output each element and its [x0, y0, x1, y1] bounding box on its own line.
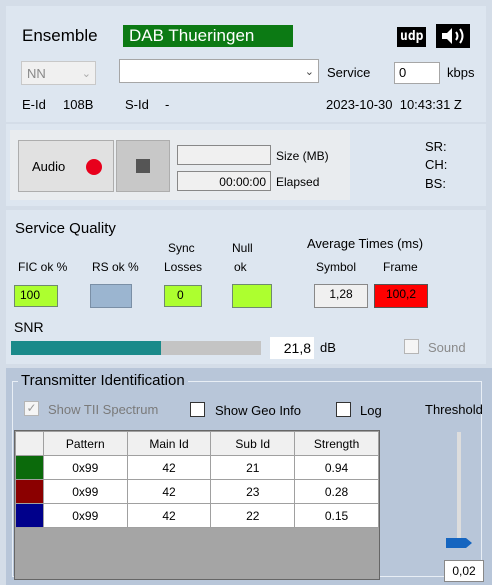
elapsed-label: Elapsed — [276, 175, 320, 189]
sub-id-cell: 21 — [210, 455, 296, 480]
sync-label-line1: Sync — [168, 241, 195, 255]
chevron-down-icon: ⌄ — [81, 68, 91, 80]
kbps-label: kbps — [447, 65, 475, 80]
threshold-slider-thumb[interactable] — [444, 536, 474, 550]
sub-id-cell: 22 — [210, 503, 296, 528]
audio-record-button[interactable]: Audio — [18, 140, 114, 192]
main-id-cell: 42 — [126, 479, 212, 504]
ch-label: CH: — [425, 157, 448, 172]
bs-label: BS: — [425, 176, 446, 191]
sub-id-cell: 23 — [210, 479, 296, 504]
pattern-cell: 0x99 — [42, 503, 128, 528]
fic-value: 100 — [14, 285, 58, 307]
snr-bar — [11, 341, 261, 355]
strength-cell: 0.15 — [294, 503, 379, 528]
snr-value: 21,8 — [270, 337, 314, 359]
sid-value: - — [165, 97, 170, 112]
symbol-label: Symbol — [316, 260, 357, 274]
show-spectrum-checkbox[interactable]: ✓ — [24, 401, 39, 416]
tii-table: Pattern Main Id Sub Id Strength 0x99 42 … — [15, 431, 379, 528]
pattern-cell: 0x99 — [42, 455, 128, 480]
show-geo-checkbox[interactable] — [190, 402, 205, 417]
eid-value: 108B — [63, 97, 94, 112]
rs-label: RS ok % — [92, 260, 139, 274]
log-checkbox[interactable] — [336, 402, 351, 417]
udp-icon[interactable]: udp — [397, 27, 427, 47]
fic-label: FIC ok % — [18, 260, 68, 274]
strength-cell: 0.94 — [294, 455, 379, 480]
pattern-cell: 0x99 — [42, 479, 128, 504]
kbps-field: 0 — [394, 62, 440, 84]
symbol-value: 1,28 — [314, 284, 368, 308]
snr-label: SNR — [14, 319, 44, 335]
elapsed-field: 00:00:00 — [177, 171, 271, 191]
average-times-title: Average Times (ms) — [307, 236, 424, 251]
null-label-line1: Null — [232, 241, 253, 255]
size-label: Size (MB) — [276, 149, 329, 163]
ensemble-label: Ensemble — [22, 26, 98, 45]
ensemble-name: DAB Thueringen — [123, 25, 293, 47]
size-field — [177, 145, 271, 165]
threshold-label: Threshold — [425, 402, 483, 417]
threshold-value[interactable]: 0,02 — [444, 560, 484, 582]
stop-button[interactable] — [116, 140, 170, 192]
datetime: 2023-10-30 10:43:31 Z — [326, 97, 462, 112]
row-header-corner — [15, 431, 44, 456]
sync-losses-value: 0 — [164, 285, 202, 307]
frame-value: 100,2 — [374, 284, 428, 308]
sid-label: S-Id — [125, 97, 149, 112]
tii-table-header: Pattern Main Id Sub Id Strength — [15, 431, 379, 456]
column-header-strength[interactable]: Strength — [294, 431, 379, 456]
table-row[interactable]: 0x99 42 22 0.15 — [15, 503, 379, 528]
null-label-line2: ok — [234, 260, 247, 274]
column-header-sub-id[interactable]: Sub Id — [210, 431, 296, 456]
nn-value: NN — [27, 66, 46, 81]
strength-cell: 0.28 — [294, 479, 379, 504]
stop-icon — [136, 159, 150, 173]
main-id-cell: 42 — [126, 503, 212, 528]
rs-value — [90, 284, 132, 308]
record-icon — [86, 159, 102, 175]
show-geo-label: Show Geo Info — [215, 403, 301, 418]
table-row[interactable]: 0x99 42 21 0.94 — [15, 455, 379, 480]
service-quality-title: Service Quality — [15, 220, 116, 237]
sr-label: SR: — [425, 139, 447, 154]
threshold-slider-track[interactable] — [457, 432, 461, 544]
row-color-swatch — [15, 503, 44, 528]
show-spectrum-label: Show TII Spectrum — [48, 402, 159, 417]
log-label: Log — [360, 403, 382, 418]
sound-label: Sound — [428, 340, 466, 355]
null-ok-value — [232, 284, 272, 308]
service-label: Service — [327, 65, 371, 80]
tii-table-container: Pattern Main Id Sub Id Strength 0x99 42 … — [14, 430, 380, 580]
snr-unit: dB — [320, 340, 336, 355]
snr-bar-fill — [11, 341, 161, 355]
frame-label: Frame — [383, 260, 418, 274]
column-header-main-id[interactable]: Main Id — [126, 431, 212, 456]
nn-combo[interactable]: NN ⌄ — [21, 61, 96, 85]
tii-title: Transmitter Identification — [18, 372, 188, 389]
main-id-cell: 42 — [126, 455, 212, 480]
sync-label-line2: Losses — [164, 260, 203, 274]
audio-button-label: Audio — [32, 159, 66, 174]
speaker-icon[interactable] — [436, 24, 470, 48]
chevron-down-icon: ⌄ — [304, 66, 314, 78]
row-color-swatch — [15, 455, 44, 480]
column-header-pattern[interactable]: Pattern — [42, 431, 128, 456]
row-color-swatch — [15, 479, 44, 504]
eid-label: E-Id — [22, 97, 46, 112]
table-row[interactable]: 0x99 42 23 0.28 — [15, 479, 379, 504]
service-combo[interactable]: ⌄ — [119, 59, 319, 83]
sound-checkbox[interactable] — [404, 339, 419, 354]
